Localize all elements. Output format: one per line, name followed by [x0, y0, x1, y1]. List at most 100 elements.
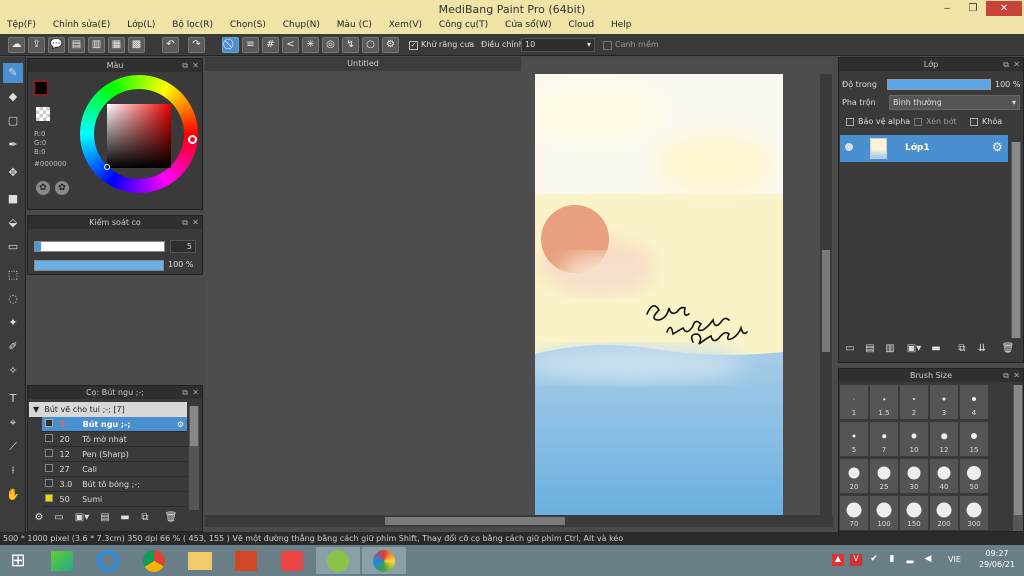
ellipse-snap-icon[interactable]: ○: [362, 37, 379, 53]
brush-size-cell[interactable]: 2: [900, 385, 928, 419]
brush-size-cell[interactable]: 5: [840, 422, 868, 456]
menu-edit[interactable]: Chỉnh sửa(E): [46, 18, 117, 33]
page-icon[interactable]: ▥: [88, 37, 105, 53]
chat-icon[interactable]: ▤: [68, 37, 85, 53]
minimize-button[interactable]: ‒: [936, 1, 958, 16]
app-office-icon[interactable]: [224, 547, 268, 574]
layer-opacity-slider[interactable]: [887, 79, 991, 90]
adjust-dropdown[interactable]: 10 ▾: [521, 38, 595, 52]
protect-alpha-checkbox[interactable]: [846, 118, 854, 126]
folder-icon[interactable]: ▬: [929, 343, 943, 357]
app-paint-icon[interactable]: [362, 547, 406, 574]
snap-off-icon[interactable]: ⃠: [222, 37, 239, 53]
tray-v-icon[interactable]: V: [850, 554, 862, 566]
merge-layer-icon[interactable]: ⇊: [975, 343, 989, 357]
menu-view[interactable]: Xem(V): [382, 18, 429, 33]
hand-tool-icon[interactable]: ✋: [3, 485, 23, 505]
menu-help[interactable]: Help: [604, 18, 639, 33]
antialias-checkbox[interactable]: ✓: [409, 41, 418, 50]
eye-icon[interactable]: [845, 143, 853, 151]
tray-date[interactable]: 29/06/21: [976, 560, 1018, 569]
select-pen-tool-icon[interactable]: ✐: [3, 337, 23, 357]
grid-icon[interactable]: ▩: [128, 37, 145, 53]
radial-snap-icon[interactable]: ✳: [302, 37, 319, 53]
app-medibang-icon[interactable]: [316, 547, 360, 574]
close-icon[interactable]: ✕: [1013, 369, 1020, 382]
gradient-tool-icon[interactable]: ▭: [3, 237, 23, 257]
menu-snap[interactable]: Chụp(N): [276, 18, 327, 33]
app-explorer-icon[interactable]: [178, 547, 222, 574]
menu-layer[interactable]: Lớp(L): [120, 18, 162, 33]
brush-size-cell[interactable]: 1: [840, 385, 868, 419]
fill-shape-tool-icon[interactable]: ■: [3, 189, 23, 209]
brush-size-cell[interactable]: 15: [960, 422, 988, 456]
menu-cloud[interactable]: Cloud: [561, 18, 601, 33]
undo-icon[interactable]: ↶: [162, 37, 179, 53]
brush-size-value[interactable]: 5: [170, 240, 196, 253]
clip-checkbox[interactable]: [914, 118, 922, 126]
brush-size-cell[interactable]: 30: [900, 459, 928, 493]
maximize-button[interactable]: ❐: [962, 1, 984, 16]
brush-size-cell[interactable]: 4: [960, 385, 988, 419]
undock-icon[interactable]: ⧉: [182, 386, 188, 399]
menu-filter[interactable]: Bộ lọc(R): [165, 18, 220, 33]
brush-size-cell[interactable]: 20: [840, 459, 868, 493]
close-icon[interactable]: ✕: [192, 386, 199, 399]
brush-size-cell[interactable]: 25: [870, 459, 898, 493]
close-icon[interactable]: ✕: [192, 59, 199, 72]
menu-color[interactable]: Màu (C): [330, 18, 379, 33]
blend-dropdown[interactable]: Bình thường ▾: [889, 95, 1020, 110]
layer-scrollbar[interactable]: [1011, 142, 1021, 338]
app-chrome-icon[interactable]: [132, 547, 176, 574]
tray-flag-icon[interactable]: ▲: [832, 554, 844, 566]
settings-gear-icon[interactable]: ⚙: [382, 37, 399, 53]
add-layer-menu-icon[interactable]: ▣▾: [903, 343, 925, 357]
brush-size-cell[interactable]: 1.5: [870, 385, 898, 419]
close-icon[interactable]: ✕: [192, 216, 199, 229]
close-icon[interactable]: ✕: [1013, 58, 1020, 71]
brush-tool-icon[interactable]: ✎: [3, 63, 23, 83]
foreground-color-swatch[interactable]: [34, 81, 48, 95]
brush-size-cell[interactable]: 7: [870, 422, 898, 456]
layer-row[interactable]: Lớp1 ⚙: [840, 135, 1008, 162]
brush-size-cell[interactable]: 40: [930, 459, 958, 493]
scrollbar-thumb[interactable]: [1014, 385, 1022, 515]
lasso-tool-icon[interactable]: ◌: [3, 289, 23, 309]
brush-size-cell[interactable]: 150: [900, 496, 928, 530]
scrollbar-thumb[interactable]: [1012, 142, 1020, 338]
document-tab[interactable]: Untitled: [205, 57, 521, 71]
export-icon[interactable]: ⇪: [28, 37, 45, 53]
app-network-icon[interactable]: [270, 547, 314, 574]
scrollbar-thumb[interactable]: [190, 406, 198, 446]
brush-item[interactable]: 50 Sumi: [42, 492, 187, 507]
brush-settings-icon[interactable]: ⚙: [32, 512, 46, 526]
brush-size-cell[interactable]: 100: [870, 496, 898, 530]
undock-icon[interactable]: ⧉: [1003, 58, 1009, 71]
menu-select[interactable]: Chọn(S): [223, 18, 273, 33]
brush-size-cell[interactable]: 70: [840, 496, 868, 530]
color-picker-handle[interactable]: [104, 164, 110, 170]
select-eraser-tool-icon[interactable]: ✧: [3, 361, 23, 381]
palette-add-icon[interactable]: ✿: [55, 181, 69, 195]
brush-item-selected[interactable]: 5 Bút ngu ;-; ⚙: [42, 417, 187, 432]
trash-icon[interactable]: 🗑: [164, 512, 178, 526]
palette-icon[interactable]: ✿: [36, 181, 50, 195]
eraser-tool-icon[interactable]: ◆: [3, 87, 23, 107]
duplicate-icon[interactable]: ⧉: [138, 512, 152, 526]
duplicate-layer-icon[interactable]: ⧉: [955, 343, 969, 357]
transparent-swatch[interactable]: [36, 107, 50, 121]
brush-size-cell[interactable]: 12: [930, 422, 958, 456]
brush-opacity-slider[interactable]: [34, 260, 164, 271]
move-tool-icon[interactable]: ✥: [3, 163, 23, 183]
tray-time[interactable]: 09:27: [980, 549, 1014, 558]
tray-checkmark-icon[interactable]: ✔: [868, 554, 880, 566]
cross-snap-icon[interactable]: #: [262, 37, 279, 53]
brush-list-scrollbar[interactable]: [189, 406, 199, 510]
text-tool-icon[interactable]: T: [3, 389, 23, 409]
cloud-icon[interactable]: ☁: [8, 37, 25, 53]
new-halftone-layer-icon[interactable]: ▤: [863, 343, 877, 357]
divide-tool-icon[interactable]: ⟋: [3, 437, 23, 457]
menu-window[interactable]: Cửa sổ(W): [498, 18, 558, 33]
brush-size-scrollbar[interactable]: [1013, 385, 1023, 531]
eyedropper-tool-icon[interactable]: ⟊: [3, 461, 23, 481]
